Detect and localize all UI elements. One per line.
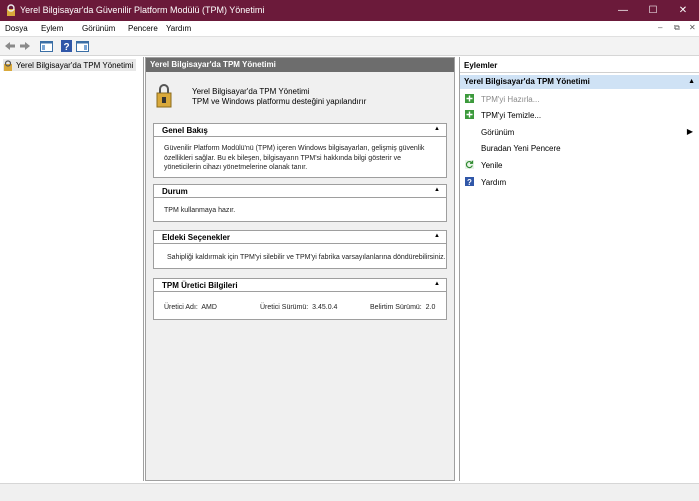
overview-section: Genel Bakış ▲ Güvenilir Platform Modülü'…: [153, 123, 447, 178]
window-title: Yerel Bilgisayar'da Güvenilir Platform M…: [20, 5, 265, 15]
collapse-icon[interactable]: ▲: [688, 75, 695, 89]
manufacturer-name-row: Üretici Adı: AMD: [164, 303, 217, 313]
options-section: Eldeki Seçenekler ▲ Sahipliği kaldırmak …: [153, 230, 447, 269]
overview-line: Güvenilir Platform Modülü'nü (TPM) içere…: [164, 145, 425, 152]
toolbar: ?: [0, 37, 699, 56]
action-label: Görünüm: [481, 128, 515, 137]
status-bar: [0, 483, 699, 501]
console-tree-pane: Yerel Bilgisayar'da TPM Yönetimi: [1, 57, 144, 481]
submenu-arrow-icon: ▶: [686, 127, 693, 136]
refresh-icon: [465, 160, 474, 169]
clear-tpm-icon: [465, 110, 474, 119]
action-refresh[interactable]: Yenile: [460, 158, 699, 172]
mdi-restore-icon[interactable]: ⧉: [674, 23, 680, 33]
collapse-icon[interactable]: ▲: [434, 281, 440, 287]
menu-window[interactable]: Pencere: [128, 24, 158, 33]
options-text: Sahipliği kaldırmak için TPM'yi silebili…: [167, 254, 446, 261]
collapse-icon[interactable]: ▲: [434, 126, 440, 132]
svg-text:?: ?: [63, 42, 69, 52]
status-section: Durum ▲ TPM kullanmaya hazır.: [153, 184, 447, 222]
options-section-header[interactable]: Eldeki Seçenekler ▲: [154, 231, 446, 244]
show-hide-action-pane-icon[interactable]: [75, 39, 89, 53]
mdi-close-icon[interactable]: ✕: [689, 23, 696, 32]
tree-item-label: Yerel Bilgisayar'da TPM Yönetimi: [16, 60, 134, 70]
spec-version-value: 2.0: [425, 304, 436, 311]
menu-view[interactable]: Görünüm: [82, 24, 115, 33]
intro-box: Yerel Bilgisayar'da TPM Yönetimi TPM ve …: [146, 72, 454, 122]
tpm-large-icon: [156, 84, 172, 108]
action-prepare-tpm[interactable]: TPM'yi Hazırla...: [460, 92, 699, 106]
collapse-icon[interactable]: ▲: [434, 233, 440, 239]
prepare-tpm-icon: [465, 94, 474, 103]
manufacturer-version-row: Üretici Sürümü: 3.45.0.4: [260, 303, 337, 313]
status-title: Durum: [162, 187, 188, 196]
intro-description: TPM ve Windows platformu desteğini yapıl…: [192, 97, 367, 106]
title-bar: Yerel Bilgisayar'da Güvenilir Platform M…: [0, 0, 699, 21]
manufacturer-section-header[interactable]: TPM Üretici Bilgileri ▲: [154, 279, 446, 292]
svg-text:?: ?: [467, 178, 472, 186]
tpm-app-icon: [7, 4, 15, 16]
spec-version-row: Belirtim Sürümü: 2.0: [370, 303, 435, 313]
status-text: TPM kullanmaya hazır.: [164, 207, 236, 214]
intro-text: Yerel Bilgisayar'da TPM Yönetimi TPM ve …: [192, 87, 366, 107]
action-label: Buradan Yeni Pencere: [481, 144, 561, 153]
manufacturer-name-label: Üretici Adı:: [164, 304, 198, 311]
maximize-button[interactable]: ☐: [638, 0, 668, 21]
help-icon[interactable]: ?: [59, 39, 73, 53]
help-icon: ?: [465, 177, 474, 186]
spec-version-label: Belirtim Sürümü:: [370, 304, 422, 311]
action-view[interactable]: Görünüm ▶: [460, 125, 699, 139]
manufacturer-title: TPM Üretici Bilgileri: [162, 281, 238, 290]
menu-action[interactable]: Eylem: [41, 24, 63, 33]
tpm-key-icon: [4, 59, 12, 71]
action-help[interactable]: ? Yardım: [460, 175, 699, 189]
collapse-icon[interactable]: ▲: [434, 187, 440, 193]
overview-line: özellikleri sağlar. Bu ek bileşen, bilgi…: [164, 154, 401, 162]
actions-pane: Eylemler Yerel Bilgisayar'da TPM Yönetim…: [459, 57, 699, 481]
close-button[interactable]: ✕: [668, 0, 698, 21]
results-pane-header: Yerel Bilgisayar'da TPM Yönetimi: [146, 58, 454, 72]
action-clear-tpm[interactable]: TPM'yi Temizle...: [460, 108, 699, 122]
overview-title: Genel Bakış: [162, 126, 208, 135]
action-label: TPM'yi Temizle...: [481, 111, 542, 120]
manufacturer-version-label: Üretici Sürümü:: [260, 304, 309, 311]
mdi-minimize-icon[interactable]: –: [658, 23, 662, 32]
show-hide-console-tree-icon[interactable]: [39, 39, 53, 53]
actions-header: Eylemler: [460, 59, 699, 73]
minimize-button[interactable]: —: [608, 0, 638, 21]
action-label: Yardım: [481, 178, 507, 187]
status-section-header[interactable]: Durum ▲: [154, 185, 446, 198]
menu-bar: Dosya Eylem Görünüm Pencere Yardım – ⧉ ✕: [0, 21, 699, 37]
back-icon[interactable]: [3, 39, 17, 53]
manufacturer-name-value: AMD: [201, 304, 217, 311]
overview-section-header[interactable]: Genel Bakış ▲: [154, 124, 446, 137]
actions-group-header[interactable]: Yerel Bilgisayar'da TPM Yönetimi ▲: [460, 75, 699, 89]
manufacturer-version-value: 3.45.0.4: [312, 304, 338, 311]
options-title: Eldeki Seçenekler: [162, 233, 231, 242]
forward-icon[interactable]: [18, 39, 32, 53]
overview-line: yöneticilerin cihazı yönetmelerine olana…: [164, 164, 308, 171]
menu-help[interactable]: Yardım: [166, 24, 191, 33]
menu-file[interactable]: Dosya: [5, 24, 28, 33]
action-label: Yenile: [481, 161, 503, 170]
intro-title: Yerel Bilgisayar'da TPM Yönetimi: [192, 87, 310, 96]
overview-text: Güvenilir Platform Modülü'nü (TPM) içere…: [164, 144, 424, 173]
results-pane: Yerel Bilgisayar'da TPM Yönetimi Yerel B…: [145, 57, 455, 481]
tree-item-tpm-management[interactable]: Yerel Bilgisayar'da TPM Yönetimi: [3, 59, 137, 71]
action-label: TPM'yi Hazırla...: [481, 95, 540, 104]
actions-group-label: Yerel Bilgisayar'da TPM Yönetimi: [464, 77, 590, 86]
manufacturer-section: TPM Üretici Bilgileri ▲ Üretici Adı: AMD…: [153, 278, 447, 320]
action-new-window[interactable]: Buradan Yeni Pencere: [460, 141, 699, 155]
